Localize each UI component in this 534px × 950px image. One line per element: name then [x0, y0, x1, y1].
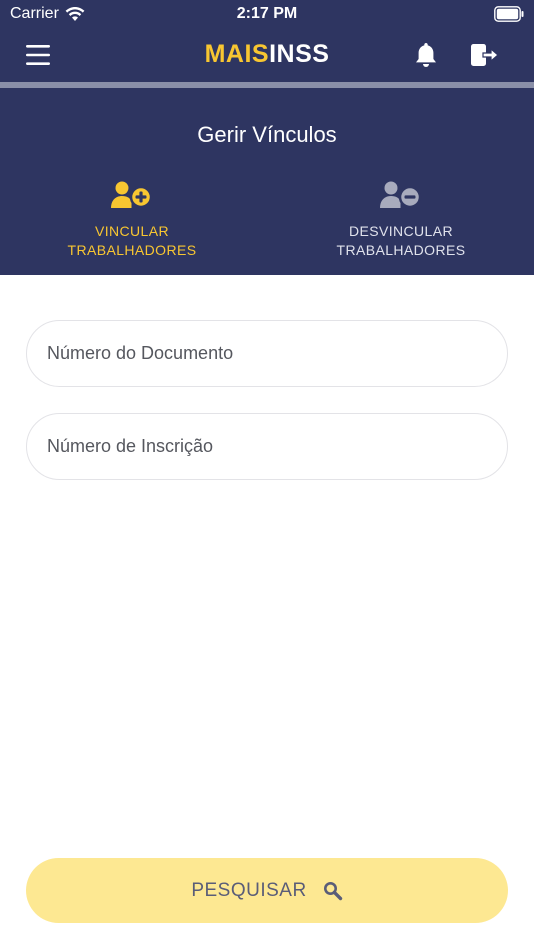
user-plus-icon [111, 181, 153, 209]
page-title: Gerir Vínculos [197, 122, 337, 147]
user-minus-icon [380, 181, 422, 209]
app-logo: MAISINSS [0, 40, 534, 69]
status-bar: Carrier 2:17 PM [0, 0, 534, 28]
document-number-input[interactable] [26, 320, 508, 387]
logo-mais: MAIS [204, 40, 270, 68]
search-button[interactable]: PESQUISAR [26, 858, 508, 923]
bell-icon[interactable] [413, 41, 439, 69]
header-panel: Gerir Vínculos VINCULAR TRABALHADORES DE… [0, 88, 534, 275]
inscription-number-input[interactable] [26, 413, 508, 480]
tab-desvincular-trabalhadores[interactable]: DESVINCULAR TRABALHADORES [281, 180, 521, 260]
logout-icon[interactable] [469, 41, 499, 69]
search-icon [323, 881, 342, 900]
tab-vincular-trabalhadores[interactable]: VINCULAR TRABALHADORES [12, 180, 252, 260]
tab-desvincular-label: DESVINCULAR TRABALHADORES [336, 223, 466, 258]
tab-vincular-label: VINCULAR TRABALHADORES [67, 223, 197, 258]
search-button-label: PESQUISAR [191, 879, 307, 901]
clock: 2:17 PM [236, 5, 298, 22]
logo-inss: INSS [269, 40, 330, 68]
top-navbar: MAISINSS [0, 28, 534, 82]
battery-icon [494, 6, 524, 22]
